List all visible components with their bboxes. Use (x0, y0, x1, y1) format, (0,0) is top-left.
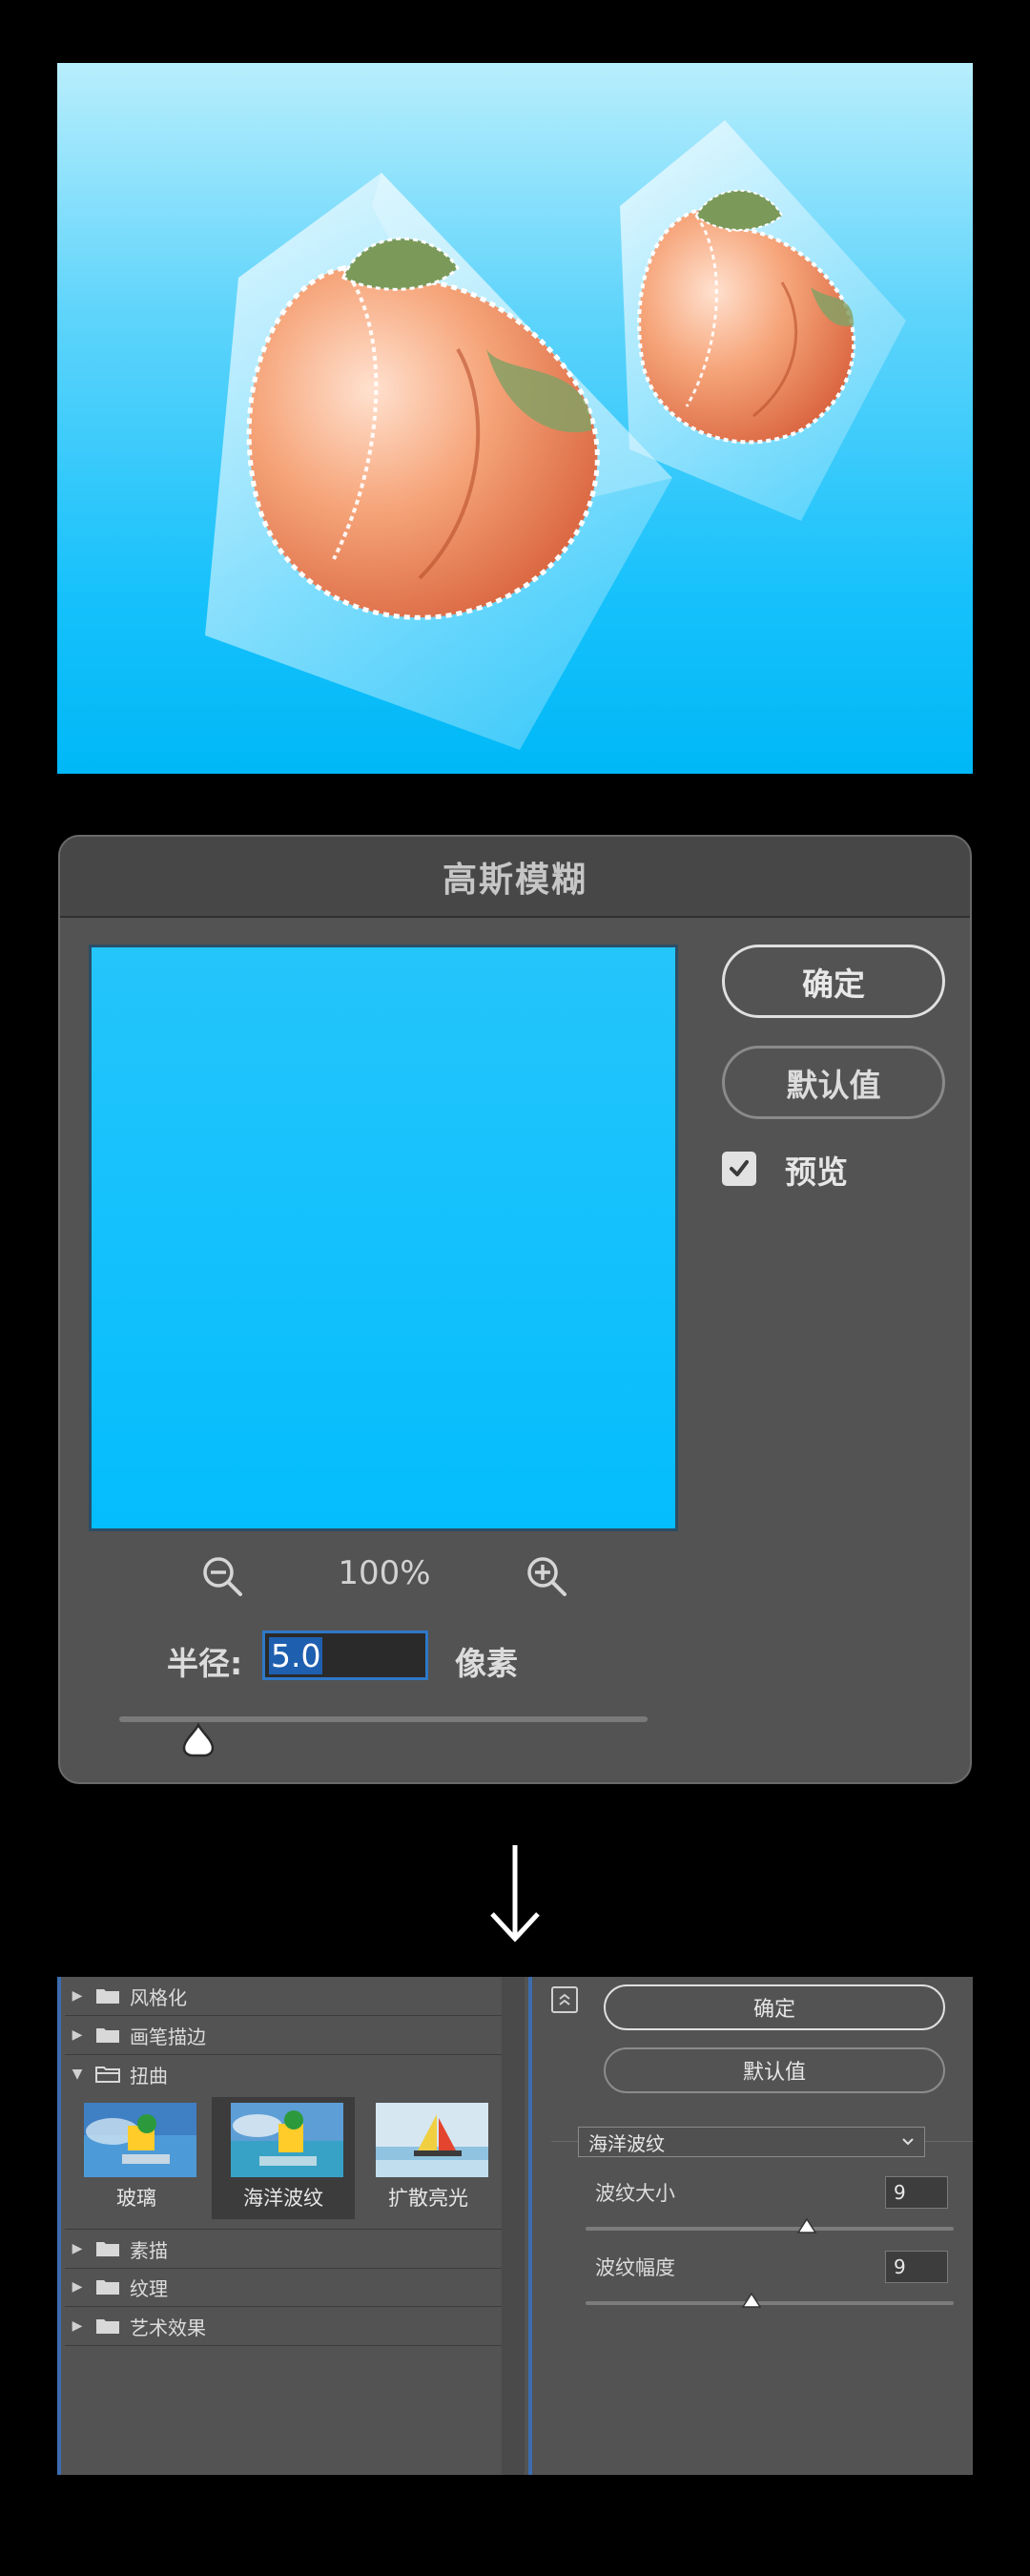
glass-thumbnail (84, 2103, 196, 2177)
open-folder-icon (95, 2067, 120, 2083)
radius-slider-track[interactable] (119, 1716, 648, 1722)
folder-icon (96, 2242, 119, 2256)
folder-icon (96, 2280, 119, 2295)
peach-icon (246, 237, 600, 620)
category-row-brush-strokes[interactable]: ▶ 画笔描边 (65, 2016, 502, 2055)
category-label: 风格化 (130, 1985, 187, 2009)
expand-triangle-icon[interactable]: ▶ (65, 2027, 90, 2043)
filter-gallery-panel: ▶ 风格化 ▶ 画笔描边 ▼ 扭曲 玻璃 海洋波纹 扩散亮光 ▶ 素描 ▶ 纹理… (57, 1977, 973, 2475)
chevron-down-icon (902, 2138, 914, 2146)
filter-thumb-glass[interactable]: 玻璃 (65, 2097, 208, 2219)
checkmark-icon (730, 1160, 749, 1176)
expand-triangle-icon[interactable]: ▶ (65, 2241, 90, 2256)
filter-category-tree: ▶ 风格化 ▶ 画笔描边 ▼ 扭曲 玻璃 海洋波纹 扩散亮光 ▶ 素描 ▶ 纹理… (57, 1977, 502, 2475)
filter-thumb-label: 玻璃 (116, 2187, 156, 2210)
ripple-size-label: 波纹大小 (595, 2182, 675, 2205)
radius-value: 5.0 (269, 1636, 323, 1674)
filter-thumb-label: 海洋波纹 (243, 2187, 323, 2210)
filter-select-value: 海洋波纹 (588, 2131, 665, 2155)
artwork-image (57, 63, 973, 774)
diffuse-glow-thumbnail (376, 2103, 488, 2177)
folder-icon (96, 2319, 119, 2334)
panel-edge (57, 1977, 61, 2475)
ripple-magnitude-label: 波纹幅度 (595, 2256, 675, 2279)
collapse-panel-button[interactable] (551, 1986, 578, 2013)
category-row-distort[interactable]: ▼ 扭曲 (65, 2055, 502, 2093)
radius-label: 半径: (167, 1645, 243, 1682)
ripple-magnitude-slider-thumb[interactable] (741, 2292, 762, 2309)
ripple-magnitude-input[interactable]: 9 (885, 2251, 948, 2283)
ripple-size-slider-thumb[interactable] (796, 2217, 817, 2234)
zoom-level: 100% (338, 1554, 431, 1592)
default-button[interactable]: 默认值 (722, 1046, 945, 1119)
category-row-artistic[interactable]: ▶ 艺术效果 (65, 2307, 502, 2346)
category-label: 纹理 (130, 2276, 168, 2300)
expand-triangle-icon[interactable]: ▶ (65, 2318, 90, 2334)
filter-thumb-label: 扩散亮光 (388, 2187, 468, 2210)
ripple-size-input[interactable]: 9 (885, 2176, 948, 2209)
category-row-sketch[interactable]: ▶ 素描 (65, 2229, 502, 2269)
category-label: 扭曲 (130, 2064, 168, 2088)
panel-divider[interactable] (528, 1977, 532, 2475)
radius-slider-thumb[interactable] (181, 1723, 216, 1757)
category-label: 艺术效果 (130, 2316, 206, 2339)
category-label: 画笔描边 (130, 2025, 206, 2048)
preview-label: 预览 (785, 1153, 848, 1191)
collapse-triangle-icon[interactable]: ▼ (65, 2067, 90, 2082)
dialog-title: 高斯模糊 (442, 860, 587, 900)
ripple-size-value: 9 (894, 2181, 906, 2204)
category-row-texture[interactable]: ▶ 纹理 (65, 2268, 502, 2307)
folder-icon (96, 2028, 119, 2043)
filter-thumb-ocean-ripple[interactable]: 海洋波纹 (212, 2097, 355, 2219)
category-label: 素描 (130, 2238, 168, 2262)
preview-checkbox[interactable] (722, 1152, 756, 1186)
folder-icon (96, 1989, 119, 2004)
expand-triangle-icon[interactable]: ▶ (65, 2279, 90, 2295)
ocean-ripple-thumbnail (231, 2103, 343, 2177)
down-arrow-icon (490, 1845, 540, 1942)
radius-input[interactable]: 5.0 (262, 1631, 428, 1680)
collapse-chevron-icon (559, 1993, 570, 2005)
ok-button[interactable]: 确定 (722, 945, 945, 1018)
ripple-size-slider-track[interactable] (586, 2227, 954, 2231)
expand-triangle-icon[interactable]: ▶ (65, 1988, 90, 2004)
ripple-magnitude-value: 9 (894, 2255, 906, 2278)
filter-thumb-diffuse-glow[interactable]: 扩散亮光 (357, 2097, 500, 2219)
zoom-in-icon[interactable] (525, 1554, 568, 1598)
filter-select[interactable]: 海洋波纹 (578, 2127, 925, 2157)
zoom-out-icon[interactable] (200, 1554, 244, 1598)
tree-scrollbar[interactable] (502, 1977, 525, 2475)
ripple-magnitude-slider-track[interactable] (586, 2301, 954, 2305)
blur-preview-area[interactable] (89, 945, 678, 1531)
radius-unit: 像素 (455, 1645, 518, 1682)
gaussian-blur-dialog: 高斯模糊 确定 默认值 预览 100% 半径: 5.0 像素 (58, 835, 972, 1784)
gallery-default-button[interactable]: 默认值 (604, 2047, 945, 2093)
category-row-stylize[interactable]: ▶ 风格化 (65, 1977, 502, 2016)
gallery-ok-button[interactable]: 确定 (604, 1984, 945, 2030)
dialog-title-bar[interactable]: 高斯模糊 (60, 837, 970, 918)
